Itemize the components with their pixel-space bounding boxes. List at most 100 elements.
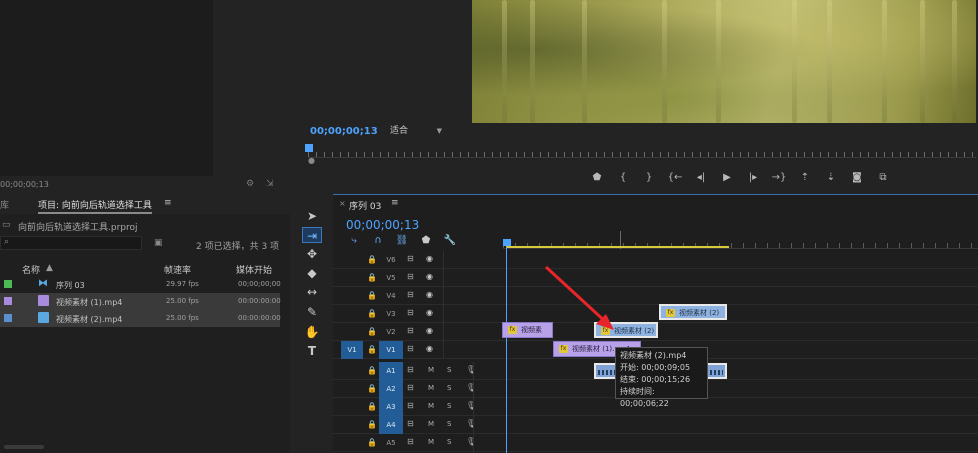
- solo-button[interactable]: S: [447, 384, 451, 392]
- goto-out-icon[interactable]: →}: [766, 170, 792, 186]
- lift-icon[interactable]: ⇡: [792, 170, 818, 186]
- goto-in-icon[interactable]: {←: [662, 170, 688, 186]
- program-time-ruler[interactable]: [308, 144, 976, 158]
- export-frame-icon[interactable]: ◙: [844, 170, 870, 186]
- tab-library[interactable]: 库: [0, 198, 9, 211]
- track-name[interactable]: V2: [379, 323, 403, 341]
- track-name[interactable]: A2: [379, 380, 403, 398]
- lock-icon[interactable]: 🔒: [367, 402, 377, 411]
- step-forward-icon[interactable]: |▸: [740, 170, 766, 186]
- sync-lock-icon[interactable]: ⊟: [407, 290, 414, 299]
- lock-icon[interactable]: 🔒: [367, 255, 377, 264]
- tab-sequence[interactable]: 序列 03: [349, 199, 381, 212]
- mute-button[interactable]: M: [428, 438, 434, 446]
- snap-icon[interactable]: ∩: [371, 235, 385, 247]
- track-lane[interactable]: [473, 380, 978, 398]
- play-icon[interactable]: ▶: [714, 170, 740, 186]
- lock-icon[interactable]: 🔒: [367, 345, 377, 354]
- panel-menu-icon[interactable]: ≡: [164, 198, 172, 208]
- sync-lock-icon[interactable]: ⊟: [407, 272, 414, 281]
- fit-zoom-select[interactable]: 适合 ▼: [386, 124, 444, 138]
- program-playhead[interactable]: [305, 144, 313, 152]
- source-patch-v1[interactable]: V1: [341, 341, 363, 359]
- playhead-handle[interactable]: [503, 239, 511, 246]
- lock-icon[interactable]: 🔒: [367, 309, 377, 318]
- sort-ascending-icon[interactable]: ▲: [46, 263, 53, 273]
- track-lane[interactable]: [473, 434, 978, 452]
- ripple-edit-tool-icon[interactable]: ✥: [302, 246, 322, 262]
- lock-icon[interactable]: 🔒: [367, 438, 377, 447]
- sync-lock-icon[interactable]: ⊟: [407, 365, 414, 374]
- panel-menu-icon[interactable]: ≡: [391, 198, 399, 208]
- eye-icon[interactable]: ◉: [426, 272, 433, 281]
- eye-icon[interactable]: ◉: [426, 326, 433, 335]
- razor-tool-icon[interactable]: ◆: [302, 265, 322, 281]
- track-lane[interactable]: [443, 269, 978, 287]
- nest-icon[interactable]: ⤷: [347, 235, 361, 247]
- lock-icon[interactable]: 🔒: [367, 291, 377, 300]
- timeline-timecode[interactable]: 00;00;00;13: [346, 218, 419, 232]
- sync-lock-icon[interactable]: ⊟: [407, 254, 414, 263]
- close-icon[interactable]: ×: [339, 199, 346, 208]
- wrench-icon[interactable]: 🔧: [443, 235, 457, 247]
- track-name[interactable]: A5: [379, 434, 403, 452]
- mute-button[interactable]: M: [428, 366, 434, 374]
- selection-tool-icon[interactable]: ➤: [302, 208, 322, 224]
- lock-icon[interactable]: 🔒: [367, 273, 377, 282]
- sync-lock-icon[interactable]: ⊟: [407, 401, 414, 410]
- clip-v3[interactable]: fx 视频素材 (2): [659, 304, 727, 320]
- track-name[interactable]: V3: [379, 305, 403, 323]
- solo-button[interactable]: S: [447, 420, 451, 428]
- lock-icon[interactable]: 🔒: [367, 384, 377, 393]
- mute-button[interactable]: M: [428, 384, 434, 392]
- track-name[interactable]: V6: [379, 251, 403, 269]
- horizontal-scrollbar[interactable]: [4, 445, 44, 449]
- track-select-forward-tool-icon[interactable]: ⇥: [302, 227, 322, 243]
- extract-icon[interactable]: ⇣: [818, 170, 844, 186]
- column-media-start[interactable]: 媒体开始: [236, 263, 272, 276]
- track-name[interactable]: A3: [379, 398, 403, 416]
- project-search-input[interactable]: ⌕: [0, 236, 142, 250]
- compare-icon[interactable]: ⧉: [870, 170, 896, 186]
- pen-tool-icon[interactable]: ✎: [302, 304, 322, 320]
- linked-selection-icon[interactable]: ⛓: [395, 235, 409, 247]
- track-name[interactable]: V4: [379, 287, 403, 305]
- marker-icon[interactable]: ⬟: [584, 170, 610, 186]
- tab-project[interactable]: 项目: 向前向后轨道选择工具: [38, 198, 152, 214]
- solo-button[interactable]: S: [447, 402, 451, 410]
- track-lane[interactable]: [443, 251, 978, 269]
- eye-icon[interactable]: ◉: [426, 344, 433, 353]
- track-lane[interactable]: [473, 398, 978, 416]
- track-name[interactable]: V5: [379, 269, 403, 287]
- eye-icon[interactable]: ◉: [426, 290, 433, 299]
- sync-lock-icon[interactable]: ⊟: [407, 344, 414, 353]
- out-point-icon[interactable]: }: [636, 170, 662, 186]
- solo-button[interactable]: S: [447, 438, 451, 446]
- track-lane[interactable]: [443, 341, 978, 359]
- sync-lock-icon[interactable]: ⊟: [407, 326, 414, 335]
- track-name[interactable]: A1: [379, 362, 403, 380]
- track-lane[interactable]: [443, 287, 978, 305]
- work-area-bar[interactable]: [506, 246, 729, 248]
- sync-lock-icon[interactable]: ⊟: [407, 437, 414, 446]
- settings-icon[interactable]: ⚙: [246, 179, 254, 189]
- step-back-icon[interactable]: ◂|: [688, 170, 714, 186]
- project-row-clip-1[interactable]: 视频素材 (1).mp4 25.00 fps 00:00:00:00: [0, 293, 281, 310]
- program-scrub-dot[interactable]: ●: [308, 156, 315, 165]
- new-bin-icon[interactable]: ▣: [154, 238, 163, 248]
- project-row-sequence[interactable]: ⧓ 序列 03 29.97 fps 00;00;00;00: [0, 276, 281, 293]
- project-row-clip-2[interactable]: 视频素材 (2).mp4 25.00 fps 00:00:00:00: [0, 310, 281, 327]
- export-icon[interactable]: ⇲: [266, 179, 274, 189]
- hand-tool-icon[interactable]: ✋: [302, 324, 322, 340]
- track-name[interactable]: A4: [379, 416, 403, 434]
- sync-lock-icon[interactable]: ⊟: [407, 308, 414, 317]
- eye-icon[interactable]: ◉: [426, 308, 433, 317]
- track-lane[interactable]: [473, 416, 978, 434]
- add-marker-icon[interactable]: ⬟: [419, 235, 433, 247]
- solo-button[interactable]: S: [447, 366, 451, 374]
- eye-icon[interactable]: ◉: [426, 254, 433, 263]
- column-name[interactable]: 名称: [22, 263, 40, 276]
- column-fps[interactable]: 帧速率: [164, 263, 191, 276]
- lock-icon[interactable]: 🔒: [367, 327, 377, 336]
- type-tool-icon[interactable]: T: [302, 343, 322, 359]
